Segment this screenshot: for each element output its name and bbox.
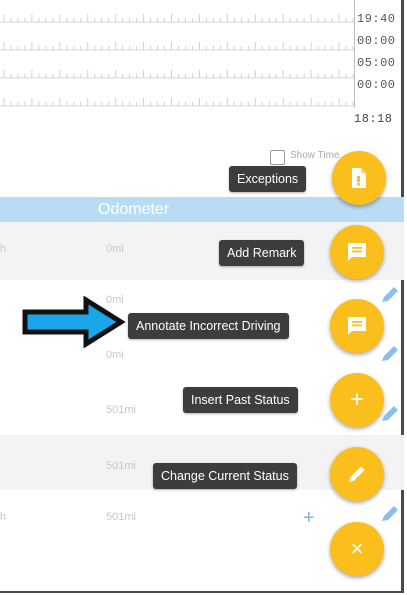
- row-odometer: 501mi: [106, 460, 136, 472]
- row-edit-pencil-icon[interactable]: [378, 344, 400, 364]
- graph-time-column: 19:40 00:00 05:00 00:00: [357, 8, 407, 96]
- graph-time-2: 00:00: [357, 34, 396, 48]
- add-remark-button[interactable]: [330, 225, 384, 279]
- row-edge-text: h: [0, 511, 7, 523]
- change-current-status-tooltip[interactable]: Change Current Status: [153, 463, 297, 489]
- show-time-label: Show Time: [290, 150, 340, 161]
- row-edit-pencil-icon[interactable]: [378, 285, 400, 305]
- comment-icon: [348, 317, 366, 335]
- row-edit-pencil-icon[interactable]: [378, 504, 400, 524]
- change-current-status-button[interactable]: [330, 447, 384, 501]
- row-odometer: 501mi: [106, 511, 136, 523]
- arrow-right-icon: [22, 296, 126, 348]
- row-odometer: 0mi: [106, 349, 124, 361]
- graph-time-3: 05:00: [357, 56, 396, 70]
- document-icon: [352, 168, 366, 188]
- graph-time-1: 19:40: [357, 12, 396, 26]
- comment-icon: [348, 243, 366, 261]
- annotate-incorrect-driving-button[interactable]: [330, 299, 384, 353]
- add-row-plus-icon[interactable]: +: [303, 508, 315, 528]
- annotate-incorrect-driving-tooltip[interactable]: Annotate Incorrect Driving: [128, 313, 289, 339]
- table-header: Odometer: [0, 197, 404, 222]
- exceptions-tooltip[interactable]: Exceptions: [229, 166, 307, 192]
- row-odometer: 501mi: [106, 404, 136, 416]
- row-odometer: 0mi: [106, 243, 124, 255]
- close-fab-button[interactable]: ×: [330, 522, 384, 576]
- row-edge-text: h: [0, 243, 7, 255]
- show-time-checkbox[interactable]: [270, 150, 285, 165]
- insert-past-status-button[interactable]: +: [330, 373, 384, 427]
- log-graph-grid: [0, 0, 355, 108]
- exceptions-button[interactable]: [332, 151, 386, 205]
- odometer-column-header: Odometer: [98, 201, 170, 218]
- current-time: 18:18: [354, 112, 393, 126]
- add-remark-tooltip[interactable]: Add Remark: [219, 240, 305, 266]
- close-icon: ×: [350, 536, 364, 561]
- plus-icon: +: [349, 386, 364, 413]
- graph-time-4: 00:00: [357, 78, 396, 92]
- pencil-icon: [349, 466, 365, 482]
- insert-past-status-tooltip[interactable]: Insert Past Status: [183, 387, 298, 413]
